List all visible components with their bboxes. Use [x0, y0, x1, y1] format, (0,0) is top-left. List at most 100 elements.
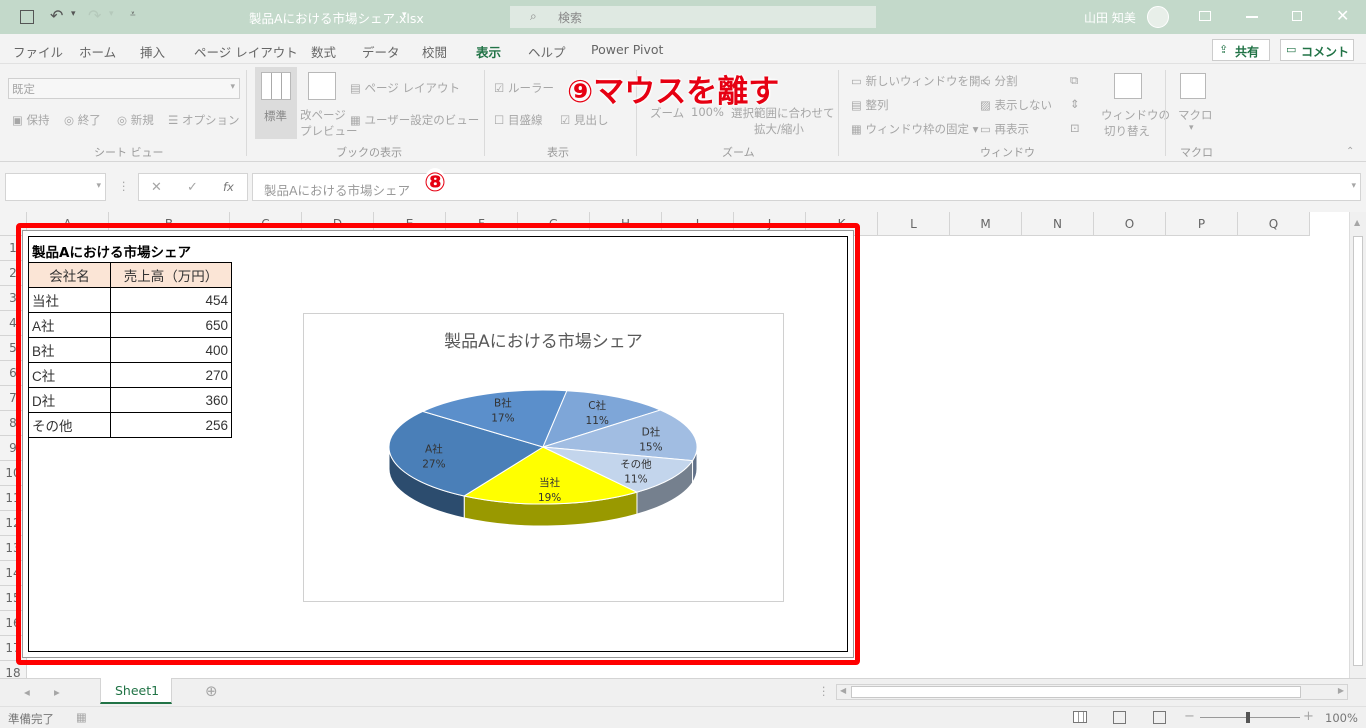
sales-cell[interactable]: 360: [110, 387, 232, 413]
unhide-button[interactable]: ▭ 再表示: [980, 121, 1029, 137]
save-icon[interactable]: [20, 10, 34, 24]
keep-button[interactable]: ▣ 保持: [12, 112, 50, 128]
normal-view-button[interactable]: 標準: [255, 67, 297, 139]
sheet-view-dropdown[interactable]: 既定 ▾: [8, 78, 240, 99]
column-header[interactable]: L: [878, 212, 950, 236]
sales-cell[interactable]: 454: [110, 287, 232, 313]
redo-dropdown-icon[interactable]: ▾: [109, 9, 114, 19]
header-company[interactable]: 会社名: [28, 262, 111, 288]
normal-view-status-icon[interactable]: [1073, 711, 1087, 723]
zoom-in-icon[interactable]: +: [1303, 709, 1314, 724]
data-label-percent[interactable]: 19%: [538, 492, 561, 504]
tab-data[interactable]: データ: [362, 42, 400, 61]
exit-button[interactable]: ◎ 終了: [64, 112, 101, 128]
scroll-up-icon[interactable]: ▲: [1354, 218, 1360, 227]
avatar[interactable]: [1147, 6, 1169, 28]
gridlines-checkbox[interactable]: ☐ 目盛線: [494, 112, 542, 128]
data-label-category[interactable]: D社: [642, 426, 661, 439]
new-window-button[interactable]: ▭ 新しいウィンドウを開く: [851, 73, 992, 89]
prev-sheet-icon[interactable]: ◂: [24, 685, 30, 699]
column-header[interactable]: P: [1166, 212, 1238, 236]
macro-record-icon[interactable]: ▦: [76, 710, 87, 724]
sales-cell[interactable]: 650: [110, 312, 232, 338]
page-break-button[interactable]: 改ページ プレビュー: [300, 67, 358, 139]
ribbon-display-icon[interactable]: [1199, 11, 1211, 21]
freeze-panes-button[interactable]: ▦ ウィンドウ枠の固定 ▾: [851, 121, 978, 137]
tab-help[interactable]: ヘルプ: [528, 42, 566, 61]
sales-cell[interactable]: 256: [110, 412, 232, 438]
undo-icon[interactable]: ↶: [50, 6, 63, 25]
company-cell[interactable]: C社: [28, 362, 111, 388]
zoom-slider[interactable]: [1200, 712, 1300, 723]
zoom-to-selection-label-2[interactable]: 拡大/縮小: [754, 121, 804, 137]
chart-area[interactable]: 製品Aにおける市場シェア 当社 19% A社 27% B社 17% C社 11% D社 15% その…: [303, 313, 784, 602]
data-label-category[interactable]: C社: [588, 399, 606, 412]
company-cell[interactable]: 当社: [28, 287, 111, 313]
scroll-left-icon[interactable]: ◀: [840, 686, 846, 695]
next-sheet-icon[interactable]: ▸: [54, 685, 60, 699]
column-header[interactable]: Q: [1238, 212, 1310, 236]
data-label-percent[interactable]: 17%: [491, 413, 514, 425]
collapse-ribbon-icon[interactable]: ⌃: [1346, 146, 1354, 157]
reset-window-icon[interactable]: ⊡: [1070, 121, 1080, 135]
data-label-percent[interactable]: 11%: [586, 415, 609, 427]
tab-file[interactable]: ファイル: [13, 42, 63, 61]
view-side-by-side-icon[interactable]: ⧉: [1070, 73, 1078, 88]
cancel-icon[interactable]: ✕: [151, 180, 162, 195]
switch-windows-button[interactable]: ウィンドウの 切り替え: [1098, 67, 1170, 141]
data-label-percent[interactable]: 11%: [624, 473, 647, 485]
macro-button[interactable]: マクロ ▾: [1172, 67, 1214, 141]
data-label-percent[interactable]: 15%: [639, 442, 662, 454]
page-layout-button[interactable]: ▤ ページ レイアウト: [350, 80, 460, 96]
user-name[interactable]: 山田 知美: [1084, 9, 1136, 26]
drag-handle-icon[interactable]: ⋮: [118, 179, 130, 193]
minimize-icon[interactable]: [1246, 16, 1258, 18]
header-sales[interactable]: 売上高（万円）: [110, 262, 232, 288]
company-cell[interactable]: A社: [28, 312, 111, 338]
tab-review[interactable]: 校閲: [422, 42, 447, 61]
column-header[interactable]: N: [1022, 212, 1094, 236]
sales-cell[interactable]: 400: [110, 337, 232, 363]
page-break-status-icon[interactable]: [1153, 711, 1166, 724]
tab-power-pivot[interactable]: Power Pivot: [591, 42, 663, 57]
options-button[interactable]: ☰ オプション: [168, 112, 239, 128]
custom-views-button[interactable]: ▦ ユーザー設定のビュー: [350, 112, 479, 128]
sync-scroll-icon[interactable]: ⇕: [1070, 97, 1080, 111]
expand-formula-icon[interactable]: ▾: [1351, 181, 1356, 191]
vertical-scrollbar[interactable]: ▲: [1349, 212, 1366, 678]
column-header[interactable]: O: [1094, 212, 1166, 236]
tab-formulas[interactable]: 数式: [311, 42, 336, 61]
data-label-category[interactable]: 当社: [539, 476, 561, 489]
ruler-checkbox[interactable]: ☑ ルーラー: [494, 80, 554, 96]
redo-icon[interactable]: ↷: [88, 6, 101, 25]
search-box[interactable]: ⌕ 検索: [510, 6, 876, 28]
company-cell[interactable]: その他: [28, 412, 111, 438]
tab-home[interactable]: ホーム: [79, 42, 116, 61]
page-layout-status-icon[interactable]: [1113, 711, 1126, 724]
data-label-category[interactable]: A社: [425, 442, 443, 455]
comment-button[interactable]: ▭ コメント: [1280, 39, 1354, 61]
insert-function-icon[interactable]: fx: [223, 180, 234, 194]
zoom-slider-thumb[interactable]: [1246, 712, 1250, 723]
pie-chart[interactable]: 当社 19% A社 27% B社 17% C社 11% D社 15% その他 11%: [304, 314, 783, 601]
enter-icon[interactable]: ✓: [187, 180, 198, 195]
customize-qat-icon[interactable]: ⩡: [130, 9, 136, 20]
arrange-button[interactable]: ▤ 整列: [851, 97, 889, 113]
company-cell[interactable]: D社: [28, 387, 111, 413]
title-dropdown-icon[interactable]: ▾: [402, 10, 407, 20]
restore-icon[interactable]: [1292, 11, 1302, 21]
horizontal-scrollbar[interactable]: ◀ ▶: [836, 684, 1348, 700]
close-icon[interactable]: ✕: [1336, 6, 1349, 25]
headings-checkbox[interactable]: ☑ 見出し: [560, 112, 608, 128]
undo-dropdown-icon[interactable]: ▾: [71, 9, 76, 19]
hide-button[interactable]: ▨ 表示しない: [980, 97, 1052, 113]
name-box[interactable]: ▾: [5, 173, 106, 201]
new-button[interactable]: ◎ 新規: [117, 112, 154, 128]
column-header[interactable]: M: [950, 212, 1022, 236]
scroll-thumb[interactable]: [1353, 236, 1363, 666]
data-label-category[interactable]: B社: [494, 397, 512, 410]
tab-page-layout[interactable]: ページ レイアウト: [194, 42, 298, 61]
tab-insert[interactable]: 挿入: [140, 42, 165, 61]
split-button[interactable]: ▭ 分割: [980, 73, 1018, 89]
data-label-category[interactable]: その他: [620, 457, 652, 470]
